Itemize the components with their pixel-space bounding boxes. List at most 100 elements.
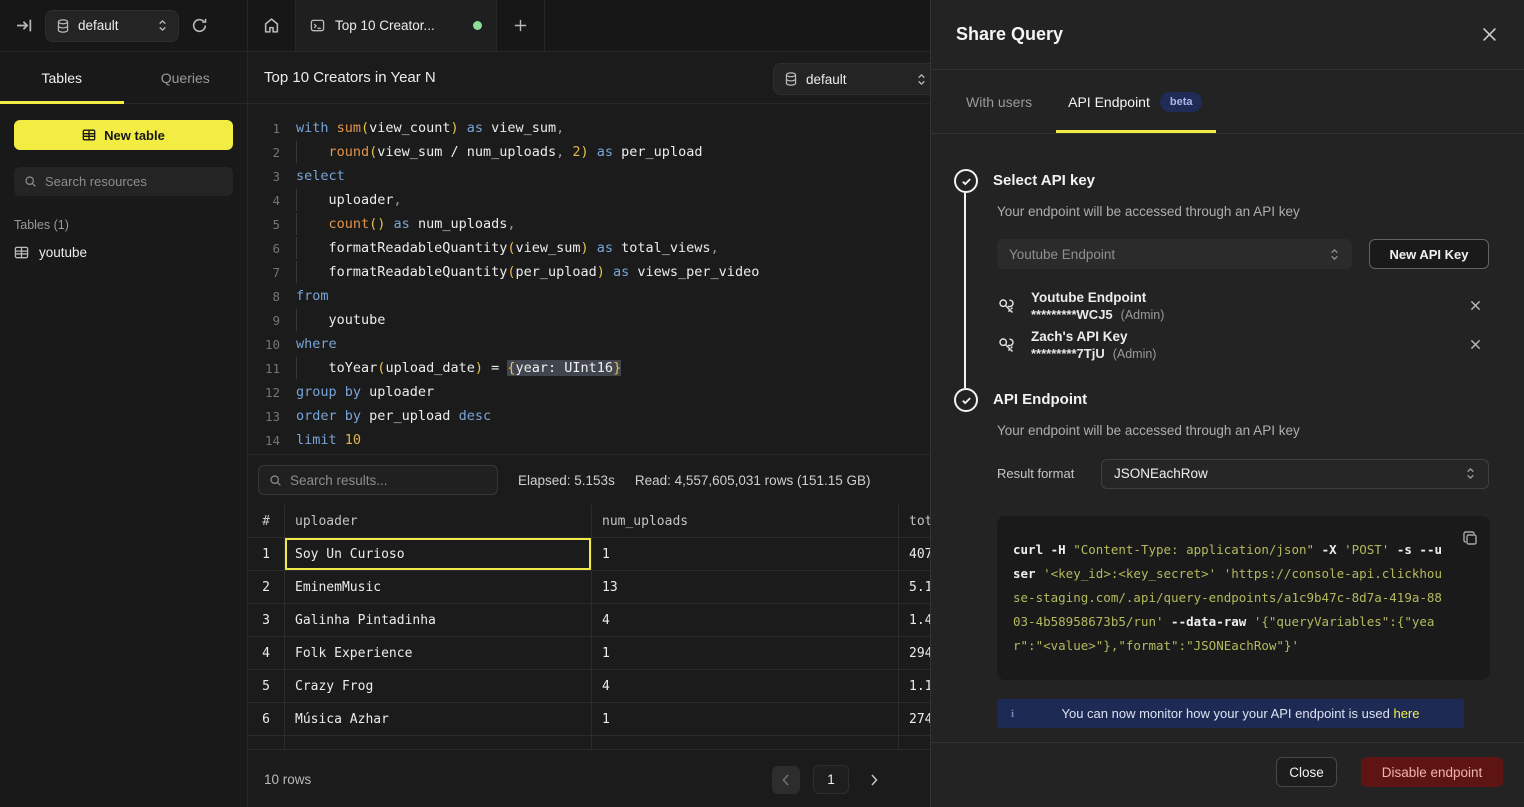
query-tab[interactable]: Top 10 Creator... [296,0,497,51]
code-line[interactable]: 11 toYear(upload_date) = {year: UInt16} [248,356,930,380]
tab-with-users[interactable]: With users [966,70,1032,133]
row-number: 6 [248,703,285,735]
code-line[interactable]: 12group by uploader [248,380,930,404]
column-header[interactable]: num_uploads [592,505,899,537]
copy-icon[interactable] [1462,530,1478,546]
column-header[interactable]: uploader [285,505,592,537]
cell-total-views[interactable]: 5.1 [899,571,930,603]
code-token: count [329,216,370,232]
code-token: per_upload [515,264,596,280]
results-grid-header: #uploadernum_uploadstot [248,505,930,538]
new-table-button[interactable]: New table [14,120,233,150]
previous-page-button[interactable] [772,766,800,794]
column-header[interactable]: # [248,505,285,537]
cell-num-uploads[interactable]: 1 [592,637,899,669]
code-line[interactable]: 3select [248,164,930,188]
collapse-sidebar-icon[interactable] [16,17,33,34]
next-page-button[interactable] [862,766,886,794]
cell-num-uploads[interactable]: 4 [592,604,899,636]
cell-uploader[interactable]: Galinha Pintadinha [285,604,592,636]
close-button[interactable]: Close [1276,757,1337,787]
results-toolbar: Search results... Elapsed: 5.153s Read: … [248,455,930,505]
sql-editor[interactable]: 1with sum(view_count) as view_sum,2 roun… [248,104,930,455]
search-icon [24,175,37,188]
search-resources-input[interactable]: Search resources [14,167,233,196]
cell-total-views[interactable]: 274 [899,703,930,735]
code-token: } [613,360,621,376]
topbar: default Top 10 Creator... [0,0,930,52]
result-format-select[interactable]: JSONEachRow [1101,459,1489,489]
cell-total-views[interactable]: 407 [899,538,930,570]
table-row: 5Crazy Frog41.1 [248,670,930,703]
api-key-select-row: Youtube Endpoint New API Key [997,239,1489,269]
current-page-indicator[interactable]: 1 [813,765,849,794]
disable-endpoint-button[interactable]: Disable endpoint [1361,757,1503,787]
query-title: Top 10 Creators in Year N [264,69,436,86]
query-database-selector[interactable]: default [773,63,930,95]
code-line[interactable]: 14limit 10 [248,428,930,452]
cell-total-views[interactable]: 294 [899,637,930,669]
code-token: ( [369,144,377,160]
line-number: 13 [248,409,280,424]
code-token: view_sum [515,240,580,256]
tables-count-label: Tables (1) [14,218,233,232]
line-number: 4 [248,193,280,208]
code-line[interactable]: 7 formatReadableQuantity(per_upload) as … [248,260,930,284]
code-token: youtube [329,312,386,328]
code-line[interactable]: 8from [248,284,930,308]
cell-total-views[interactable]: 1.1 [899,670,930,702]
cell-num-uploads[interactable]: 1 [592,703,899,735]
column-header[interactable]: tot [899,505,930,537]
cell-num-uploads[interactable]: 4 [592,670,899,702]
new-tab-button[interactable] [497,0,545,51]
chevron-updown-icon [916,73,927,86]
cell-total-views[interactable]: 1.4 [899,604,930,636]
cell-uploader[interactable]: EminemMusic [285,571,592,603]
remove-key-icon[interactable] [1470,339,1481,350]
api-key-select[interactable]: Youtube Endpoint [997,239,1352,269]
api-key-meta: Zach's API Key*********7TjU(Admin) [1031,328,1156,362]
code-line[interactable]: 5 count() as num_uploads, [248,212,930,236]
code-line[interactable]: 4 uploader, [248,188,930,212]
cell-uploader[interactable]: Crazy Frog [285,670,592,702]
code-token: with [296,120,337,136]
api-key-role: (Admin) [1113,346,1157,362]
code-line[interactable]: 9 youtube [248,308,930,332]
tab-queries[interactable]: Queries [124,52,248,103]
code-line[interactable]: 6 formatReadableQuantity(view_sum) as to… [248,236,930,260]
close-icon[interactable] [1482,27,1497,42]
cell-uploader[interactable]: Música Azhar [285,703,592,735]
code-token: group by [296,384,369,400]
code-token: num_uploads [418,216,507,232]
code-line[interactable]: 13order by per_upload desc [248,404,930,428]
share-query-panel: Share Query With users API Endpoint beta… [930,0,1524,807]
cell-num-uploads[interactable]: 1 [592,538,899,570]
plus-icon [513,18,528,33]
code-token: order by [296,408,369,424]
cell-num-uploads[interactable]: 13 [592,571,899,603]
tab-api-endpoint[interactable]: API Endpoint beta [1056,70,1216,133]
code-line[interactable]: 2 round(view_sum / num_uploads, 2) as pe… [248,140,930,164]
table-row: 3Galinha Pintadinha41.4 [248,604,930,637]
sidebar-item-youtube[interactable]: youtube [14,245,233,260]
terminal-icon [310,18,325,33]
banner-text: You can now monitor how your your API en… [1062,706,1420,721]
share-panel-title: Share Query [956,24,1063,45]
search-results-input[interactable]: Search results... [258,465,498,495]
sidebar-tabs: Tables Queries [0,52,247,104]
api-key-item[interactable]: Zach's API Key*********7TjU(Admin) [997,325,1489,364]
code-token: ) [581,144,589,160]
cell-uploader[interactable]: Soy Un Curioso [285,538,592,570]
cell-uploader[interactable]: Folk Experience [285,637,592,669]
api-key-item[interactable]: Youtube Endpoint*********WCJ5(Admin) [997,286,1489,325]
code-line[interactable]: 10where [248,332,930,356]
tab-tables[interactable]: Tables [0,52,124,103]
code-token [296,240,329,256]
remove-key-icon[interactable] [1470,300,1481,311]
refresh-icon[interactable] [191,17,208,34]
new-api-key-button[interactable]: New API Key [1369,239,1489,269]
database-selector[interactable]: default [45,10,179,42]
home-button[interactable] [248,0,296,51]
code-line[interactable]: 1with sum(view_count) as view_sum, [248,116,930,140]
banner-here-link[interactable]: here [1393,706,1419,721]
